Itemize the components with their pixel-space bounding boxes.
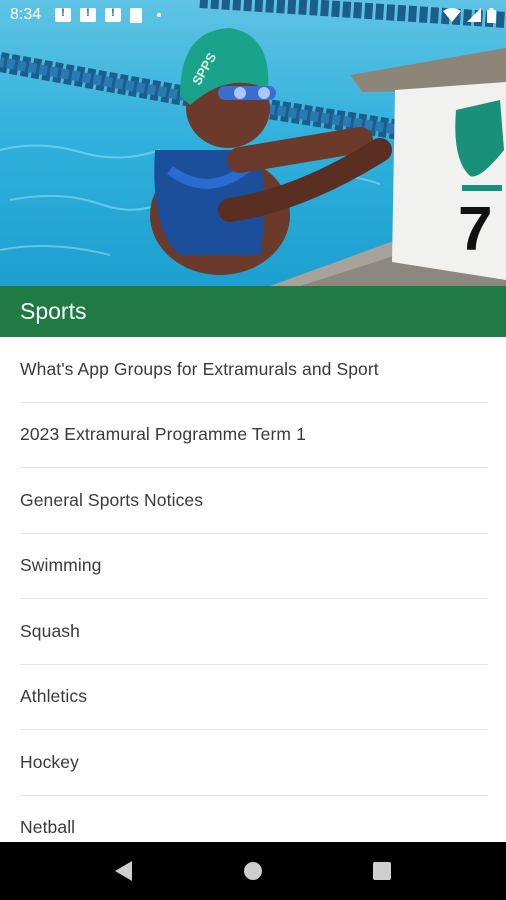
- list-item-label: Athletics: [20, 686, 88, 707]
- list-item[interactable]: Swimming: [20, 534, 488, 599]
- message-alert-icon: [55, 7, 72, 22]
- list-item[interactable]: Hockey: [20, 730, 488, 796]
- wifi-icon: [443, 8, 461, 22]
- list-item[interactable]: Athletics: [20, 665, 488, 730]
- list-item[interactable]: What's App Groups for Extramurals and Sp…: [20, 337, 488, 403]
- section-header: Sports: [0, 286, 506, 337]
- list-item[interactable]: 2023 Extramural Programme Term 1: [20, 403, 488, 468]
- list-item-label: General Sports Notices: [20, 489, 204, 510]
- list-item-label: Squash: [20, 620, 80, 641]
- hero-image: 7 SPPS: [0, 0, 506, 286]
- home-button[interactable]: [233, 851, 273, 891]
- list-item-label: What's App Groups for Extramurals and Sp…: [20, 358, 379, 379]
- sd-card-icon: [130, 7, 143, 23]
- sports-list: What's App Groups for Extramurals and Sp…: [0, 337, 506, 841]
- back-icon: [115, 861, 133, 881]
- battery-icon: [487, 7, 496, 23]
- back-button[interactable]: [104, 851, 144, 891]
- list-item[interactable]: Netball: [20, 796, 488, 842]
- list-item[interactable]: Squash: [20, 599, 488, 665]
- status-bar: 8:34: [0, 0, 506, 30]
- list-item-label: 2023 Extramural Programme Term 1: [20, 424, 306, 445]
- list-item-label: Hockey: [20, 751, 79, 772]
- recents-icon: [372, 862, 391, 880]
- section-title: Sports: [20, 298, 87, 324]
- list-item-label: Swimming: [20, 555, 102, 576]
- navigation-bar: [0, 842, 506, 900]
- message-alert-icon: [80, 7, 97, 22]
- list-item[interactable]: General Sports Notices: [20, 468, 488, 534]
- signal-icon: [467, 8, 481, 22]
- message-alert-icon: [105, 7, 122, 22]
- list-item-label: Netball: [20, 817, 76, 838]
- dot-icon: [157, 13, 162, 17]
- status-time: 8:34: [10, 6, 42, 23]
- svg-text:7: 7: [458, 195, 492, 264]
- recents-button[interactable]: [362, 851, 402, 891]
- home-icon: [243, 862, 262, 880]
